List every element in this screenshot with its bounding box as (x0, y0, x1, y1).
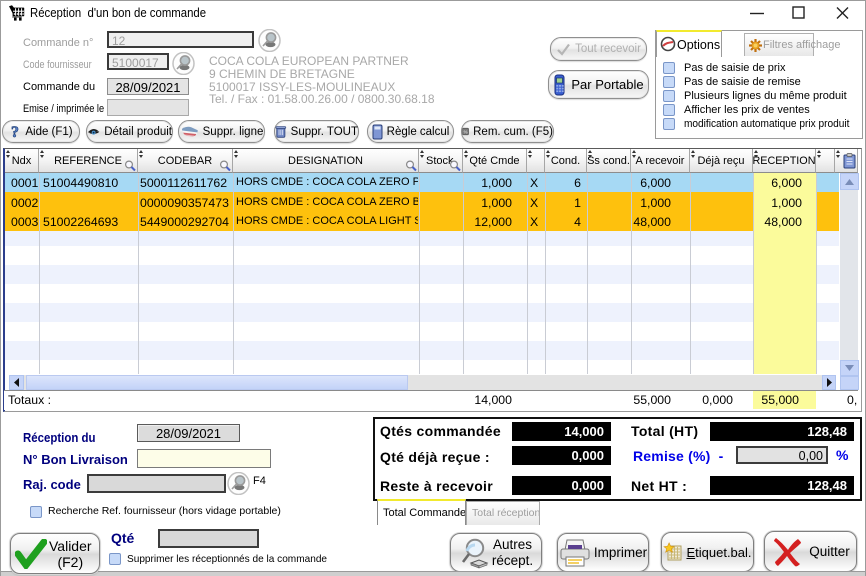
svg-text:?: ? (11, 124, 19, 140)
svg-text:%: % (464, 129, 468, 134)
